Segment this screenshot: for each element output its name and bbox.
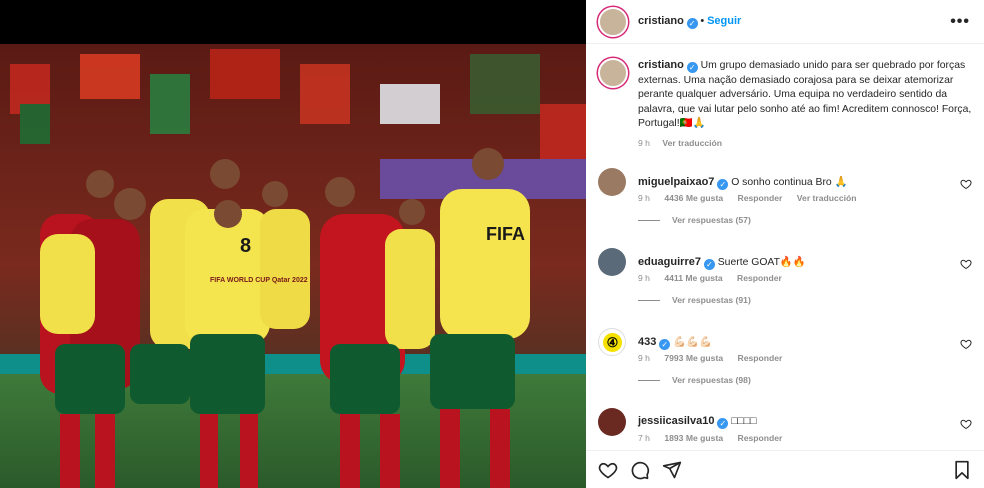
comment-meta: 9 h 4411 Me gusta Responder bbox=[638, 273, 794, 283]
author-avatar[interactable] bbox=[598, 7, 628, 37]
comment-avatar[interactable] bbox=[598, 408, 626, 436]
comment-meta: 9 h 7993 Me gusta Responder bbox=[638, 353, 794, 363]
caption-username[interactable]: cristiano bbox=[638, 59, 684, 71]
comment-meta: 9 h 4436 Me gusta Responder Ver traducci… bbox=[638, 193, 868, 203]
comment-time: 7 h bbox=[638, 433, 650, 443]
reply-button[interactable]: Responder bbox=[738, 353, 783, 363]
comment: miguelpaixao7 ✓ O sonho continua Bro 🙏 9… bbox=[598, 168, 978, 228]
caption-translate-link[interactable]: Ver traducción bbox=[662, 138, 722, 148]
comment-username[interactable]: miguelpaixao7 bbox=[638, 176, 714, 188]
replies-dash bbox=[638, 300, 660, 302]
actions-bar bbox=[586, 450, 984, 488]
replies-dash bbox=[638, 380, 660, 382]
comment-avatar[interactable] bbox=[598, 168, 626, 196]
verified-icon: ✓ bbox=[686, 18, 698, 29]
caption-text-block: cristiano ✓ Um grupo demasiado unido par… bbox=[638, 58, 973, 132]
verified-icon: ✓ bbox=[717, 418, 729, 429]
post-panel: cristiano ✓ • Seguir ••• cristiano ✓ Um … bbox=[586, 0, 984, 488]
verified-icon: ✓ bbox=[703, 259, 715, 270]
comment-line: eduaguirre7 ✓ Suerte GOAT🔥🔥 bbox=[638, 255, 806, 270]
view-replies-link[interactable]: Ver respuestas (91) bbox=[638, 295, 751, 305]
bib-number-text: 8 bbox=[240, 235, 251, 257]
comment-text: Suerte GOAT🔥🔥 bbox=[717, 257, 806, 268]
translate-link[interactable]: Ver traducción bbox=[797, 193, 857, 203]
reply-button[interactable]: Responder bbox=[738, 193, 783, 203]
comment-line: jessiicasilva10 ✓ □□□□ bbox=[638, 415, 756, 429]
comment-time: 9 h bbox=[638, 273, 650, 283]
comment: ④ 433 ✓ 💪🏻💪🏻💪🏻 9 h 7993 Me gusta Respond… bbox=[598, 328, 978, 388]
separator-dot: • bbox=[700, 15, 705, 27]
comment: eduaguirre7 ✓ Suerte GOAT🔥🔥 9 h 4411 Me … bbox=[598, 248, 978, 308]
jersey-fifa-text: FIFA bbox=[486, 224, 525, 244]
reply-button[interactable]: Responder bbox=[738, 433, 783, 443]
comment-avatar[interactable]: ④ bbox=[598, 328, 626, 356]
caption-meta: 9 h Ver traducción bbox=[638, 138, 732, 148]
comment-time: 9 h bbox=[638, 353, 650, 363]
caption-avatar[interactable] bbox=[598, 58, 628, 88]
photo-top-bar bbox=[0, 0, 586, 44]
replies-dash bbox=[638, 220, 660, 222]
verified-icon: ✓ bbox=[717, 179, 729, 190]
comment-meta: 7 h 1893 Me gusta Responder bbox=[638, 433, 794, 443]
comment-time: 9 h bbox=[638, 193, 650, 203]
more-icon[interactable]: ••• bbox=[950, 13, 970, 31]
heart-icon[interactable] bbox=[960, 418, 972, 430]
view-replies-link[interactable]: Ver respuestas (98) bbox=[638, 375, 751, 385]
view-replies-label: Ver respuestas (98) bbox=[672, 375, 751, 385]
comment-line: 433 ✓ 💪🏻💪🏻💪🏻 bbox=[638, 335, 712, 350]
comment-likes[interactable]: 1893 Me gusta bbox=[664, 433, 723, 443]
author-username[interactable]: cristiano bbox=[638, 15, 684, 27]
comment-username[interactable]: eduaguirre7 bbox=[638, 256, 701, 268]
view-replies-label: Ver respuestas (57) bbox=[672, 215, 751, 225]
433-logo-icon: ④ bbox=[603, 333, 622, 352]
comment-likes[interactable]: 4436 Me gusta bbox=[664, 193, 723, 203]
heart-icon[interactable] bbox=[960, 258, 972, 270]
heart-icon[interactable] bbox=[960, 338, 972, 350]
heart-icon[interactable] bbox=[598, 460, 618, 480]
heart-icon[interactable] bbox=[960, 178, 972, 190]
comment-username[interactable]: jessiicasilva10 bbox=[638, 415, 714, 427]
comment-username[interactable]: 433 bbox=[638, 336, 656, 348]
view-replies-label: Ver respuestas (91) bbox=[672, 295, 751, 305]
comment-icon[interactable] bbox=[630, 460, 650, 480]
view-replies-link[interactable]: Ver respuestas (57) bbox=[638, 215, 751, 225]
comment-text: O sonho continua Bro 🙏 bbox=[731, 177, 848, 188]
verified-icon: ✓ bbox=[686, 62, 698, 73]
post-photo[interactable]: FIFA 8 FIFA WORLD CUP Qatar 2022 bbox=[0, 0, 586, 488]
bib-text: FIFA WORLD CUP Qatar 2022 bbox=[210, 277, 308, 284]
comment-text: 💪🏻💪🏻💪🏻 bbox=[673, 337, 712, 348]
reply-button[interactable]: Responder bbox=[737, 273, 782, 283]
comment-likes[interactable]: 7993 Me gusta bbox=[664, 353, 723, 363]
caption-time: 9 h bbox=[638, 138, 650, 148]
comment-likes[interactable]: 4411 Me gusta bbox=[664, 273, 722, 283]
comment-text: □□□□ bbox=[731, 416, 757, 427]
comment-avatar[interactable] bbox=[598, 248, 626, 276]
post-header: cristiano ✓ • Seguir ••• bbox=[586, 0, 984, 44]
team-celebration-image: FIFA 8 FIFA WORLD CUP Qatar 2022 bbox=[0, 44, 586, 488]
comment-line: miguelpaixao7 ✓ O sonho continua Bro 🙏 bbox=[638, 175, 848, 190]
share-icon[interactable] bbox=[662, 460, 682, 480]
follow-button[interactable]: Seguir bbox=[707, 15, 741, 27]
verified-icon: ✓ bbox=[659, 339, 671, 350]
bookmark-icon[interactable] bbox=[952, 460, 972, 480]
